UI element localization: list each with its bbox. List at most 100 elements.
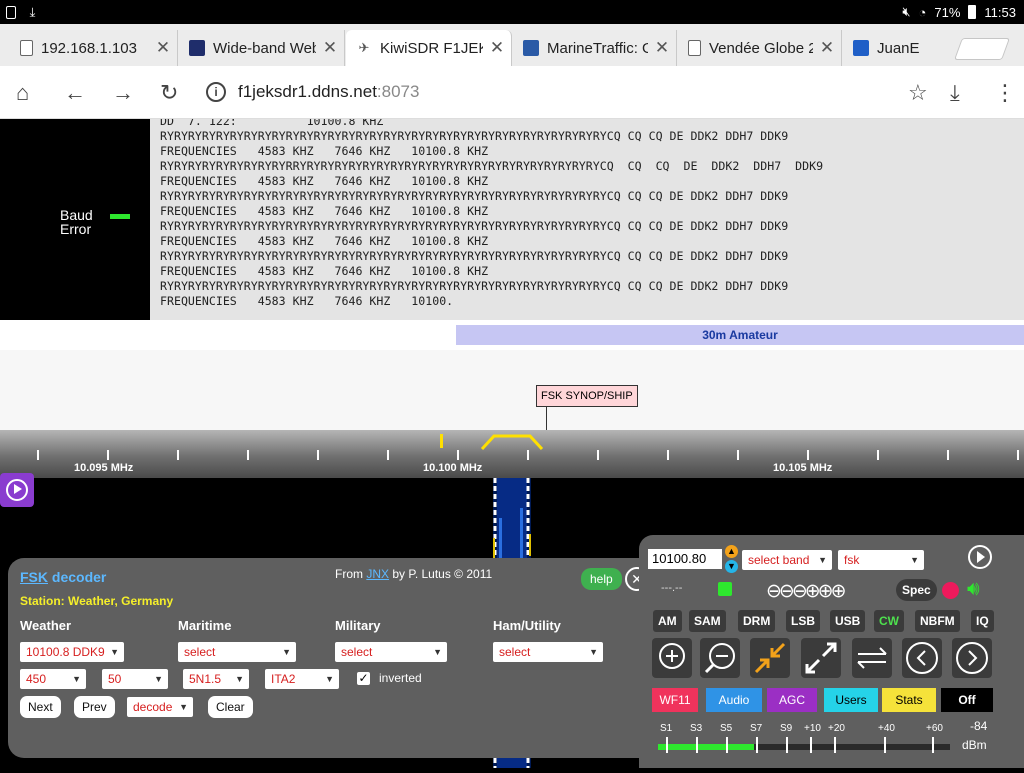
scale-tick bbox=[527, 450, 529, 460]
band-select[interactable]: select band bbox=[742, 550, 832, 570]
baud-error-label: Baud Error bbox=[60, 207, 93, 237]
side-play-button[interactable] bbox=[0, 473, 34, 507]
passband-indicator[interactable] bbox=[480, 434, 544, 450]
system-indicators: 🔇︎ ◔ 71% 11:53 bbox=[902, 4, 1016, 20]
toolbar: ⌂ ← → ↻ i f1jeksdr1.ddns.net:8073 ☆ ⤓ ⋮ bbox=[0, 66, 1024, 119]
tab-close-icon[interactable]: ✕ bbox=[813, 38, 841, 58]
mode-cw[interactable]: CW bbox=[874, 610, 904, 632]
url-bar[interactable]: i f1jeksdr1.ddns.net:8073 bbox=[196, 74, 940, 110]
frequency-scale[interactable]: 10.095 MHz 10.100 MHz 10.105 MHz bbox=[0, 430, 1024, 478]
page-right-icon[interactable] bbox=[952, 638, 992, 678]
tab-close-icon[interactable]: ✕ bbox=[316, 38, 344, 58]
play-icon[interactable] bbox=[968, 545, 992, 569]
ham-utility-select[interactable]: select bbox=[493, 642, 603, 662]
band-bar[interactable]: 30m Amateur bbox=[456, 325, 1024, 345]
browser-tab[interactable]: MarineTraffic: Gl ✕ bbox=[513, 30, 677, 66]
log-text: DD 7. 122: 10100.8 KHZ RYRYRYRYRYRYRYRYR… bbox=[160, 119, 824, 308]
mode-lsb[interactable]: LSB bbox=[786, 610, 820, 632]
info-icon[interactable]: i bbox=[206, 82, 226, 102]
s-meter-label: S1 bbox=[660, 723, 673, 734]
menu-kebab-icon[interactable]: ⋮ bbox=[994, 80, 1016, 106]
mode-sam[interactable]: SAM bbox=[689, 610, 726, 632]
mute-icon: 🔇︎ bbox=[902, 4, 911, 19]
mode-nbfm[interactable]: NBFM bbox=[915, 610, 960, 632]
home-icon[interactable]: ⌂ bbox=[16, 80, 29, 106]
reload-icon[interactable]: ↻ bbox=[160, 80, 178, 106]
dbm-unit: dBm bbox=[962, 738, 987, 752]
play-triangle bbox=[14, 484, 22, 494]
record-icon[interactable] bbox=[942, 582, 959, 599]
zoom-in-icon[interactable] bbox=[652, 638, 692, 678]
prev-button[interactable]: Prev bbox=[74, 696, 115, 718]
header-maritime: Maritime bbox=[178, 618, 232, 633]
tab-close-icon[interactable]: ✕ bbox=[483, 38, 511, 58]
scale-tick bbox=[1017, 450, 1019, 460]
users-button[interactable]: Users bbox=[824, 688, 878, 712]
battery-icon bbox=[968, 5, 977, 19]
back-arrow-icon[interactable]: ← bbox=[64, 80, 86, 106]
stats-button[interactable]: Stats bbox=[882, 688, 936, 712]
weather-select[interactable]: 10100.8 DDK9 bbox=[20, 642, 124, 662]
agc-button[interactable]: AGC bbox=[767, 688, 817, 712]
inverted-checkbox[interactable]: ✓ bbox=[357, 672, 370, 685]
swap-arrows-icon[interactable] bbox=[852, 638, 892, 678]
zoom-to-band-icon[interactable] bbox=[750, 638, 790, 678]
browser-tab[interactable]: Wide-band WebS ✕ bbox=[179, 30, 345, 66]
browser-tab[interactable]: JuanE bbox=[843, 30, 943, 66]
browser-tab-active[interactable]: ✈ KiwiSDR F1JEK/ ✕ bbox=[346, 30, 512, 66]
station-label[interactable]: FSK SYNOP/SHIP bbox=[536, 385, 638, 407]
frequency-input[interactable]: 10100.80 bbox=[648, 549, 722, 569]
zoom-step-buttons[interactable]: ⊖⊖⊖⊕⊕⊕ bbox=[766, 580, 847, 603]
bookmark-star-icon[interactable]: ☆ bbox=[908, 80, 928, 106]
clear-button[interactable]: Clear bbox=[208, 696, 253, 718]
download-icon[interactable]: ⤓ bbox=[950, 80, 960, 106]
s-meter-level bbox=[658, 744, 755, 750]
baud-error-indicator bbox=[110, 214, 130, 219]
browser-tab[interactable]: 192.168.1.103 ✕ bbox=[10, 30, 178, 66]
frequency-up-icon[interactable]: ▲ bbox=[725, 545, 738, 558]
mode-drm[interactable]: DRM bbox=[738, 610, 776, 632]
station-info: Station: Weather, Germany bbox=[20, 594, 174, 608]
mode-am[interactable]: AM bbox=[653, 610, 682, 632]
next-button[interactable]: Next bbox=[20, 696, 61, 718]
page-left-icon[interactable] bbox=[902, 638, 942, 678]
zoom-out-icon[interactable] bbox=[700, 638, 740, 678]
tab-close-icon[interactable]: ✕ bbox=[149, 38, 177, 58]
station-label-area bbox=[0, 350, 1024, 430]
off-button[interactable]: Off bbox=[941, 688, 993, 712]
mode-select[interactable]: fsk bbox=[838, 550, 924, 570]
military-select[interactable]: select bbox=[335, 642, 447, 662]
frequency-down-icon[interactable]: ▼ bbox=[725, 560, 738, 573]
s-meter-tick bbox=[810, 737, 812, 753]
audio-button[interactable]: Audio bbox=[706, 688, 762, 712]
shrink-green-icon[interactable] bbox=[718, 582, 732, 596]
decode-select[interactable]: decode bbox=[127, 697, 193, 717]
fsk-link[interactable]: FSK bbox=[20, 569, 48, 585]
mode-usb[interactable]: USB bbox=[830, 610, 866, 632]
s-meter-label: +10 bbox=[804, 723, 821, 734]
scale-tick bbox=[947, 450, 949, 460]
zoom-max-out-icon[interactable] bbox=[801, 638, 841, 678]
header-ham-utility: Ham/Utility bbox=[493, 618, 561, 633]
tab-favicon-marinetraffic-icon bbox=[523, 40, 539, 56]
browser-tab[interactable]: Vendée Globe 20 ✕ bbox=[678, 30, 842, 66]
baud-select[interactable]: 50 bbox=[102, 669, 168, 689]
new-tab-button[interactable] bbox=[953, 38, 1011, 60]
framing-select[interactable]: 5N1.5 bbox=[183, 669, 249, 689]
shift-select[interactable]: 450 bbox=[20, 669, 86, 689]
forward-arrow-icon[interactable]: → bbox=[112, 80, 134, 106]
speaker-icon[interactable]: 🔊︎ bbox=[967, 578, 980, 601]
tab-title: Vendée Globe 20 bbox=[709, 39, 813, 57]
notification-icons: ⤓ bbox=[6, 4, 35, 21]
s-meter-label: +40 bbox=[878, 723, 895, 734]
jnx-link[interactable]: JNX bbox=[366, 567, 389, 581]
tab-close-icon[interactable]: ✕ bbox=[648, 38, 676, 58]
maritime-select[interactable]: select bbox=[178, 642, 296, 662]
mode-iq[interactable]: IQ bbox=[971, 610, 994, 632]
spec-button[interactable]: Spec bbox=[896, 579, 937, 601]
encoding-select[interactable]: ITA2 bbox=[265, 669, 339, 689]
s-meter-tick bbox=[756, 737, 758, 753]
help-button[interactable]: help bbox=[581, 568, 622, 590]
clock: 11:53 bbox=[984, 4, 1016, 20]
wf11-button[interactable]: WF11 bbox=[652, 688, 698, 712]
